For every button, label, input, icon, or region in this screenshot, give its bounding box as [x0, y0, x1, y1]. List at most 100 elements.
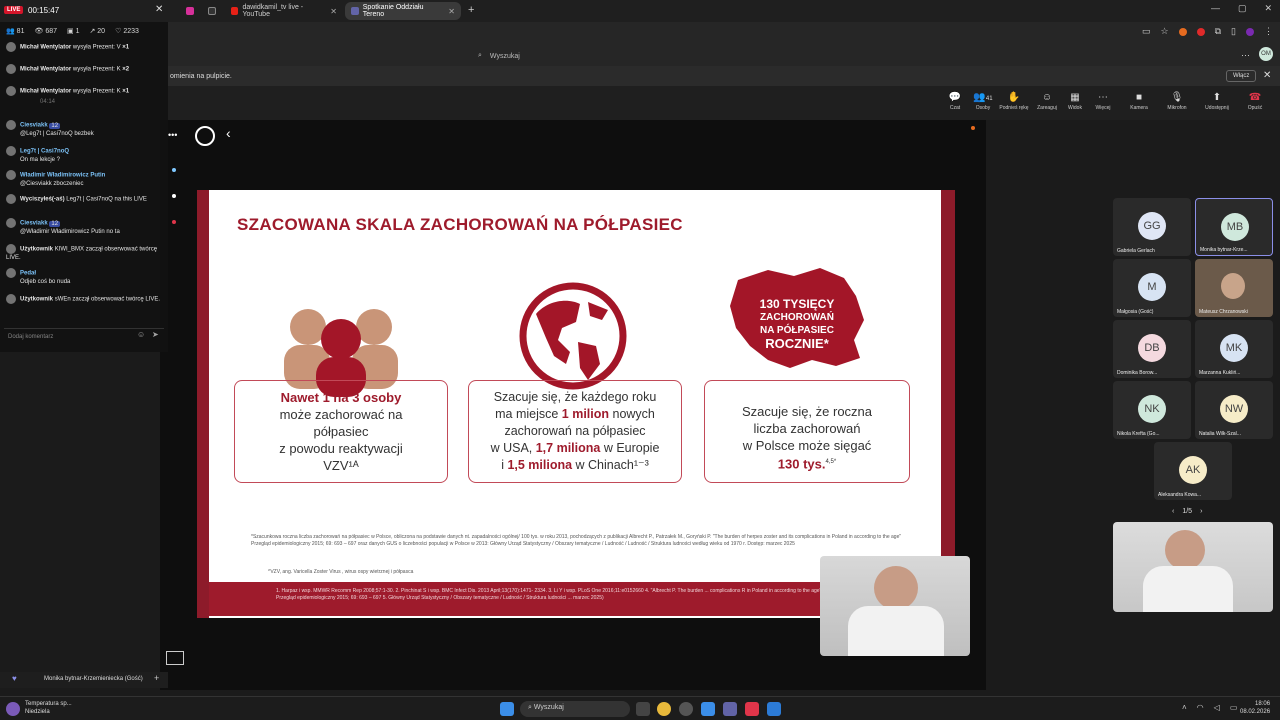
slide-footnote: ^VZV, ang. Varicella Zoster Virus , wiru… [268, 569, 414, 575]
views-count: 👁 687 [34, 28, 57, 35]
person-silhouette [874, 566, 918, 610]
account-avatar[interactable]: OM [1259, 47, 1273, 61]
leave-button[interactable]: ☎ Opuść [1238, 92, 1272, 111]
stream-timer: 00:15:47 [28, 6, 60, 15]
weather-widget[interactable]: Temperatura sp... Niedziela [25, 700, 72, 716]
search-box[interactable]: ⌕ Wyszukaj [470, 47, 810, 65]
menu-icon[interactable]: ⋮ [1264, 26, 1273, 37]
mic-button[interactable]: 🎙 Mikrofon [1160, 92, 1194, 111]
poland-map-label: 130 TYSIĘCY ZACHOROWAŃ NA PÓŁPASIEC ROCZ… [759, 297, 835, 351]
participant-tile-video[interactable]: Mateusz Chrzanowski [1195, 259, 1273, 317]
window-controls: — ▢ ✕ [1211, 3, 1272, 14]
new-tab-icon[interactable]: + [468, 4, 474, 16]
add-icon[interactable]: + [154, 673, 159, 683]
mic-off-icon: 🎙 [1170, 92, 1184, 103]
tray-chevron-icon[interactable]: ˄ [1182, 703, 1187, 712]
self-camera-feed [1113, 522, 1273, 612]
dismiss-icon[interactable]: ✕ [1263, 70, 1271, 81]
chat-message: Ciesviakk 12 @Władimir Władimirowicz Puti… [6, 218, 162, 236]
notification-text: omienia na pulpicie. [170, 73, 232, 80]
avatar [6, 120, 16, 130]
avatar [6, 170, 16, 180]
star-icon[interactable]: ☆ [1161, 26, 1169, 37]
minimize-icon[interactable]: — [1211, 3, 1220, 14]
avatar [6, 146, 16, 156]
taskbar-search[interactable]: ⌕ Wyszukaj [520, 701, 630, 717]
tiktok-icon[interactable] [745, 702, 759, 716]
profile-icon[interactable] [1245, 28, 1254, 36]
sidebar-icon[interactable]: ▯ [1231, 26, 1236, 37]
participant-tile[interactable]: MK Marzanna Kukliń... [1195, 320, 1273, 378]
avatar [6, 86, 16, 96]
send-icon[interactable]: ➤ [152, 330, 159, 339]
app-icon[interactable] [701, 702, 715, 716]
maximize-icon[interactable]: ▢ [1238, 3, 1247, 14]
tab-instagram[interactable] [180, 2, 200, 20]
slide-footnote: *Szacunkowa roczna liczba zachorowań na … [251, 534, 902, 547]
network-icon[interactable]: ◠ [1197, 703, 1204, 712]
participant-tile[interactable]: NW Natalia Wilk-Szal... [1195, 381, 1273, 439]
fullscreen-icon[interactable] [166, 651, 184, 665]
tab-label: Spotkanie Oddziału Tereno [362, 4, 424, 18]
participant-tile[interactable]: AK Aleksandra Kowa... [1154, 442, 1232, 500]
chat-message: Wyciszyłeś(-aś) Leg7t | Casi7noQ na this… [6, 194, 162, 204]
participant-tile[interactable]: GG Gabriela Gerlach [1113, 198, 1191, 256]
speaker-name: Monika bytnar-Krzemieniecka (Gość) [44, 676, 143, 682]
tab-close-icon[interactable]: ✕ [448, 7, 455, 16]
search-placeholder: Wyszukaj [489, 52, 520, 60]
participant-tile[interactable]: DB Dominika Borow... [1113, 320, 1191, 378]
participant-tile-active[interactable]: MB Monika bytnar-Krze... [1195, 198, 1273, 256]
participant-pagination: ‹ 1/5 › [1172, 508, 1203, 515]
more-icon[interactable]: ⋯ [1241, 50, 1250, 61]
snippet-time: 04:14 [40, 99, 56, 105]
raise-hand-button[interactable]: ✋ Podnieś rękę [997, 92, 1031, 111]
chat-message: Władimir Władimirowicz Putin @Ciesviakk z… [6, 170, 162, 188]
app-icon[interactable] [767, 702, 781, 716]
chrome-icon[interactable] [657, 702, 671, 716]
share-button[interactable]: ⬆ Udostępnij [1200, 92, 1234, 111]
task-view-icon[interactable] [636, 702, 650, 716]
people-button[interactable]: 👥41 Osoby [966, 92, 1000, 111]
enable-notifications-button[interactable]: Włącz [1226, 70, 1257, 82]
more-button[interactable]: ⋯ Więcej [1086, 92, 1120, 111]
avatar [6, 218, 16, 228]
participant-tile[interactable]: M Małgosia (Gość) [1113, 259, 1191, 317]
teams-icon[interactable] [723, 702, 737, 716]
volume-icon[interactable]: ◁ [1214, 703, 1220, 712]
extensions-icon[interactable]: ⧉ [1215, 26, 1221, 37]
clock[interactable]: 18:06 08.02.2026 [1240, 700, 1270, 716]
overlay-close-icon[interactable]: ✕ [155, 4, 163, 15]
presenter-more-icon[interactable]: ••• [168, 130, 177, 140]
back-arrow-icon[interactable]: ‹ [226, 125, 231, 141]
chat-message: Użytkownik KIWI_BMX zaczął obserwować tw… [6, 244, 162, 262]
weather-icon [6, 702, 20, 716]
tab-youtube[interactable]: dawidkamil_tv live - YouTube ✕ [225, 2, 343, 20]
live-stats: 👥 81 👁 687 ▣ 1 ↗ 20 ♡ 2233 [6, 27, 139, 35]
system-tray: ˄ ◠ ◁ ▭ [1182, 703, 1237, 712]
extension-icon[interactable] [1196, 28, 1205, 36]
tab-close-icon[interactable]: ✕ [330, 7, 337, 16]
people-icon: 👥41 [973, 92, 993, 103]
taskbar: Temperatura sp... Niedziela ⌕ Wyszukaj ˄ … [0, 696, 1280, 720]
camera-icon: ■ [1135, 92, 1143, 103]
cast-icon[interactable]: ▭ [1142, 26, 1151, 37]
app-icon[interactable] [679, 702, 693, 716]
emoji-icon[interactable]: ☺ [137, 330, 145, 339]
person-silhouette [1143, 566, 1233, 612]
prev-page-icon[interactable]: ‹ [1172, 508, 1174, 515]
nav-dot [172, 194, 176, 198]
likes-count: ♡ 2233 [115, 28, 139, 35]
stat-box-worldwide: Szacuje się, że każdego roku ma miejsce … [468, 380, 682, 483]
participant-tile[interactable]: NK Nikola Krefta (Go... [1113, 381, 1191, 439]
chat-message: Leg7t | Casi7noQ On ma lekcje ? [6, 146, 162, 164]
next-page-icon[interactable]: › [1200, 508, 1202, 515]
extension-icon[interactable] [1178, 28, 1187, 36]
slide-references: 1. Harpaz i wsp. MMWR Recomm Rep 2008;57… [276, 588, 822, 601]
tab-meeting[interactable]: Spotkanie Oddziału Tereno ✕ [345, 2, 461, 20]
share-icon: ⬆ [1212, 92, 1222, 103]
battery-icon[interactable]: ▭ [1230, 703, 1238, 712]
tab-tiktok[interactable] [202, 2, 222, 20]
window-close-icon[interactable]: ✕ [1264, 3, 1272, 14]
start-icon[interactable] [500, 702, 514, 716]
camera-button[interactable]: ■ Kamera [1122, 92, 1156, 111]
